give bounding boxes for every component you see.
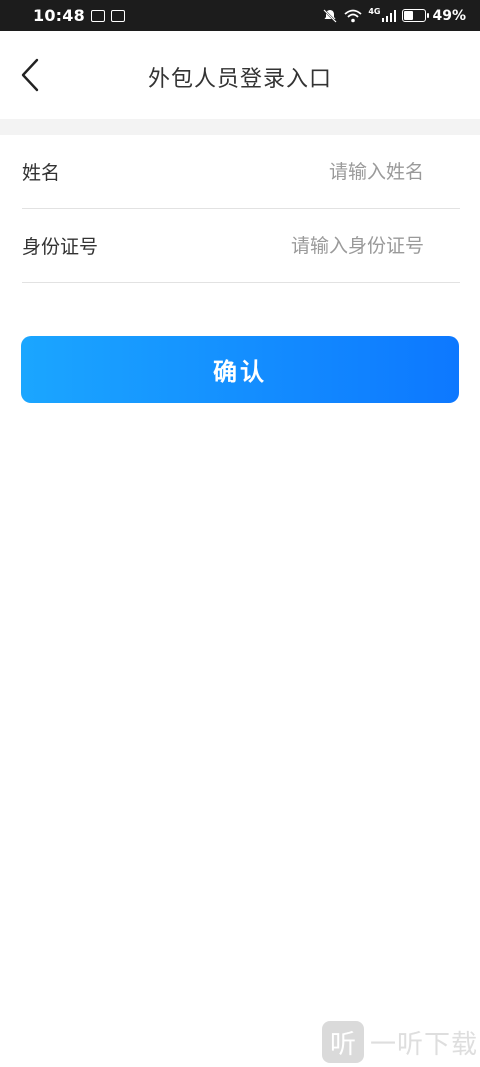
id-card-label: 身份证号 — [22, 236, 99, 258]
watermark-logo: 听 — [321, 1021, 364, 1063]
mute-icon — [323, 8, 338, 23]
wifi-icon — [344, 9, 362, 22]
battery-fill — [404, 11, 414, 20]
watermark-text: 一听下载 — [369, 1029, 478, 1060]
page-title: 外包人员登录入口 — [147, 67, 332, 92]
battery-icon — [402, 9, 430, 22]
nav-bar: 外包人员登录入口 — [0, 31, 480, 119]
section-divider — [0, 119, 480, 135]
status-time: 10:48 — [33, 6, 85, 25]
name-input[interactable] — [60, 135, 460, 208]
id-card-input[interactable] — [98, 209, 460, 282]
notification-icon-2 — [110, 9, 125, 22]
notification-icon — [90, 9, 105, 22]
name-label: 姓名 — [22, 162, 61, 184]
signal-icon — [382, 9, 397, 22]
status-left: 10:48 — [33, 6, 125, 25]
status-bar: 10:48 4G 49% — [0, 0, 480, 31]
network-type: 4G — [368, 7, 381, 16]
watermark: 听 一听下载 — [321, 1017, 480, 1067]
status-right: 4G 49% — [322, 7, 466, 24]
id-card-row: 身份证号 — [22, 209, 460, 283]
battery-percent: 49% — [432, 7, 466, 24]
name-row: 姓名 — [22, 135, 460, 209]
confirm-button[interactable]: 确认 — [21, 336, 459, 403]
